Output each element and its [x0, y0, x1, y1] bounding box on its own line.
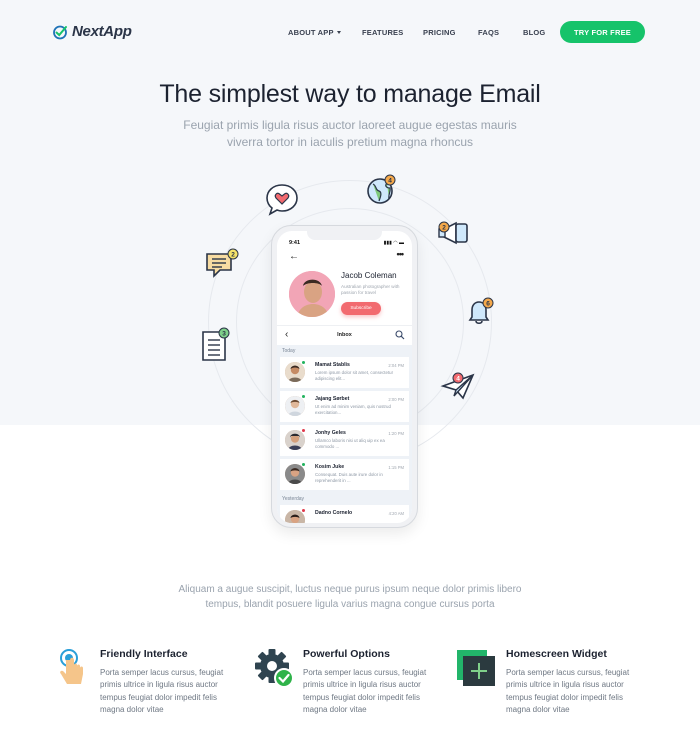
email-list: Today Mamat Stablis 2:04 PM Lorem ipsum … [277, 345, 412, 523]
top-navigation: NextApp ABOUT APP FEATURES PRICING FAQS … [0, 0, 700, 64]
plane-badge: 4 [456, 375, 460, 382]
search-icon[interactable] [395, 330, 405, 340]
feature-description: Porta semper lacus cursus, feugiat primi… [506, 668, 630, 715]
profile-name: Jacob Coleman [341, 271, 397, 280]
touch-icon [60, 649, 83, 684]
inbox-title: Inbox [337, 332, 352, 338]
sender-name: Kosim Juke [315, 464, 345, 470]
section-yesterday: Yesterday [282, 496, 305, 502]
sender-avatar [285, 362, 305, 382]
status-dot [301, 508, 306, 513]
email-time: 2:00 PM [388, 397, 404, 402]
email-row[interactable]: Kosim Juke 1:15 PM Consequat. Duis aute … [280, 459, 409, 490]
status-dot [301, 462, 306, 467]
globe-badge: 4 [388, 177, 392, 184]
section-today: Today [282, 348, 296, 354]
message-lines-icon: 2 [206, 248, 239, 278]
nav-pricing[interactable]: PRICING [423, 28, 456, 37]
hero-title: The simplest way to manage Email [159, 80, 541, 108]
status-time: 9:41 [289, 240, 301, 246]
widget-plus-icon [457, 650, 495, 686]
back-arrow-icon[interactable]: ← [289, 251, 299, 262]
feature-title: Friendly Interface [100, 648, 188, 660]
feature-description: Porta semper lacus cursus, feugiat primi… [303, 668, 427, 715]
status-icons: ▮▮▮ ◠ ▬ [383, 240, 404, 246]
status-dot [301, 360, 306, 365]
inbox-toolbar: ‹ Inbox [277, 325, 412, 345]
sender-name: Dadno Cornelo [315, 510, 353, 516]
email-time: 1:20 PM [388, 431, 404, 436]
brand-logo[interactable]: NextApp [52, 23, 132, 40]
more-options-icon[interactable]: ••• [397, 249, 405, 259]
feature-description: Porta semper lacus cursus, feugiat primi… [100, 668, 224, 715]
nav-blog[interactable]: BLOG [523, 28, 545, 37]
phone-mockup: 9:41 ▮▮▮ ◠ ▬ ← ••• Jacob Coleman Austral… [271, 225, 418, 528]
email-row[interactable]: Mamat Stablis 2:04 PM Lorem ipsum dolor … [280, 357, 409, 388]
email-time: 2:04 PM [388, 363, 404, 368]
megaphone-badge: 2 [442, 224, 446, 231]
sender-avatar [285, 396, 305, 416]
caret-down-icon [336, 31, 341, 34]
heart-chat-icon [266, 184, 298, 216]
phone-notch [307, 231, 382, 240]
phone-screen: 9:41 ▮▮▮ ◠ ▬ ← ••• Jacob Coleman Austral… [277, 231, 412, 523]
feature-title: Powerful Options [303, 648, 390, 660]
bell-badge: 6 [486, 300, 490, 307]
subscribe-button[interactable]: Subscribe [341, 302, 381, 315]
bell-icon: 6 [468, 297, 494, 325]
email-preview: Consequat. Duis aute irure dolor in repr… [315, 472, 383, 483]
try-for-free-button[interactable]: TRY FOR FREE [560, 21, 645, 43]
nav-faqs[interactable]: FAQS [478, 28, 499, 37]
nav-features[interactable]: FEATURES [362, 28, 403, 37]
feature-title: Homescreen Widget [506, 648, 607, 660]
sender-name: Mamat Stablis [315, 362, 350, 368]
email-time: 1:15 PM [388, 465, 404, 470]
sender-name: Jajang Sørbet [315, 396, 350, 402]
nav-about-app[interactable]: ABOUT APP [288, 28, 341, 37]
profile-avatar [289, 271, 335, 317]
sender-name: Jonhy Geles [315, 430, 346, 436]
nav-about-label: ABOUT APP [288, 28, 334, 37]
email-time: 4:20 AM [388, 511, 404, 516]
logo-mark-icon [53, 25, 67, 39]
email-row[interactable]: Dadno Cornelo 4:20 AM [280, 505, 409, 523]
document-list-icon: 3 [202, 327, 230, 361]
email-preview: Ullamco laboris nisi ut aliq uip ex ea c… [315, 438, 385, 449]
gear-check-icon [255, 649, 294, 688]
section-tagline: Aliquam a augue suscipit, luctus neque p… [178, 584, 522, 610]
profile-description: Australian photographer with passion for… [341, 284, 400, 295]
paper-plane-icon: 4 [440, 372, 475, 400]
email-row[interactable]: Jajang Sørbet 2:00 PM Ut enim ad minim v… [280, 391, 409, 422]
landing-page: NextApp ABOUT APP FEATURES PRICING FAQS … [0, 0, 700, 730]
chat-badge: 2 [231, 251, 235, 258]
status-dot [301, 428, 306, 433]
hero-subtitle: Feugiat primis ligula risus auctor laore… [183, 118, 517, 149]
globe-icon: 4 [367, 174, 396, 204]
main-menu: ABOUT APP FEATURES PRICING FAQS BLOG [288, 28, 545, 37]
sender-avatar [285, 464, 305, 484]
status-dot [301, 394, 306, 399]
email-row[interactable]: Jonhy Geles 1:20 PM Ullamco laboris nisi… [280, 425, 409, 456]
megaphone-icon: 2 [438, 221, 468, 245]
email-preview: Ut enim ad minim veniam, quis nostrud ex… [315, 404, 391, 415]
brand-name: NextApp [72, 23, 132, 40]
sender-avatar [285, 430, 305, 450]
email-preview: Lorem ipsum dolor sit amet, consectetur … [315, 370, 394, 381]
note-badge: 3 [222, 330, 226, 337]
